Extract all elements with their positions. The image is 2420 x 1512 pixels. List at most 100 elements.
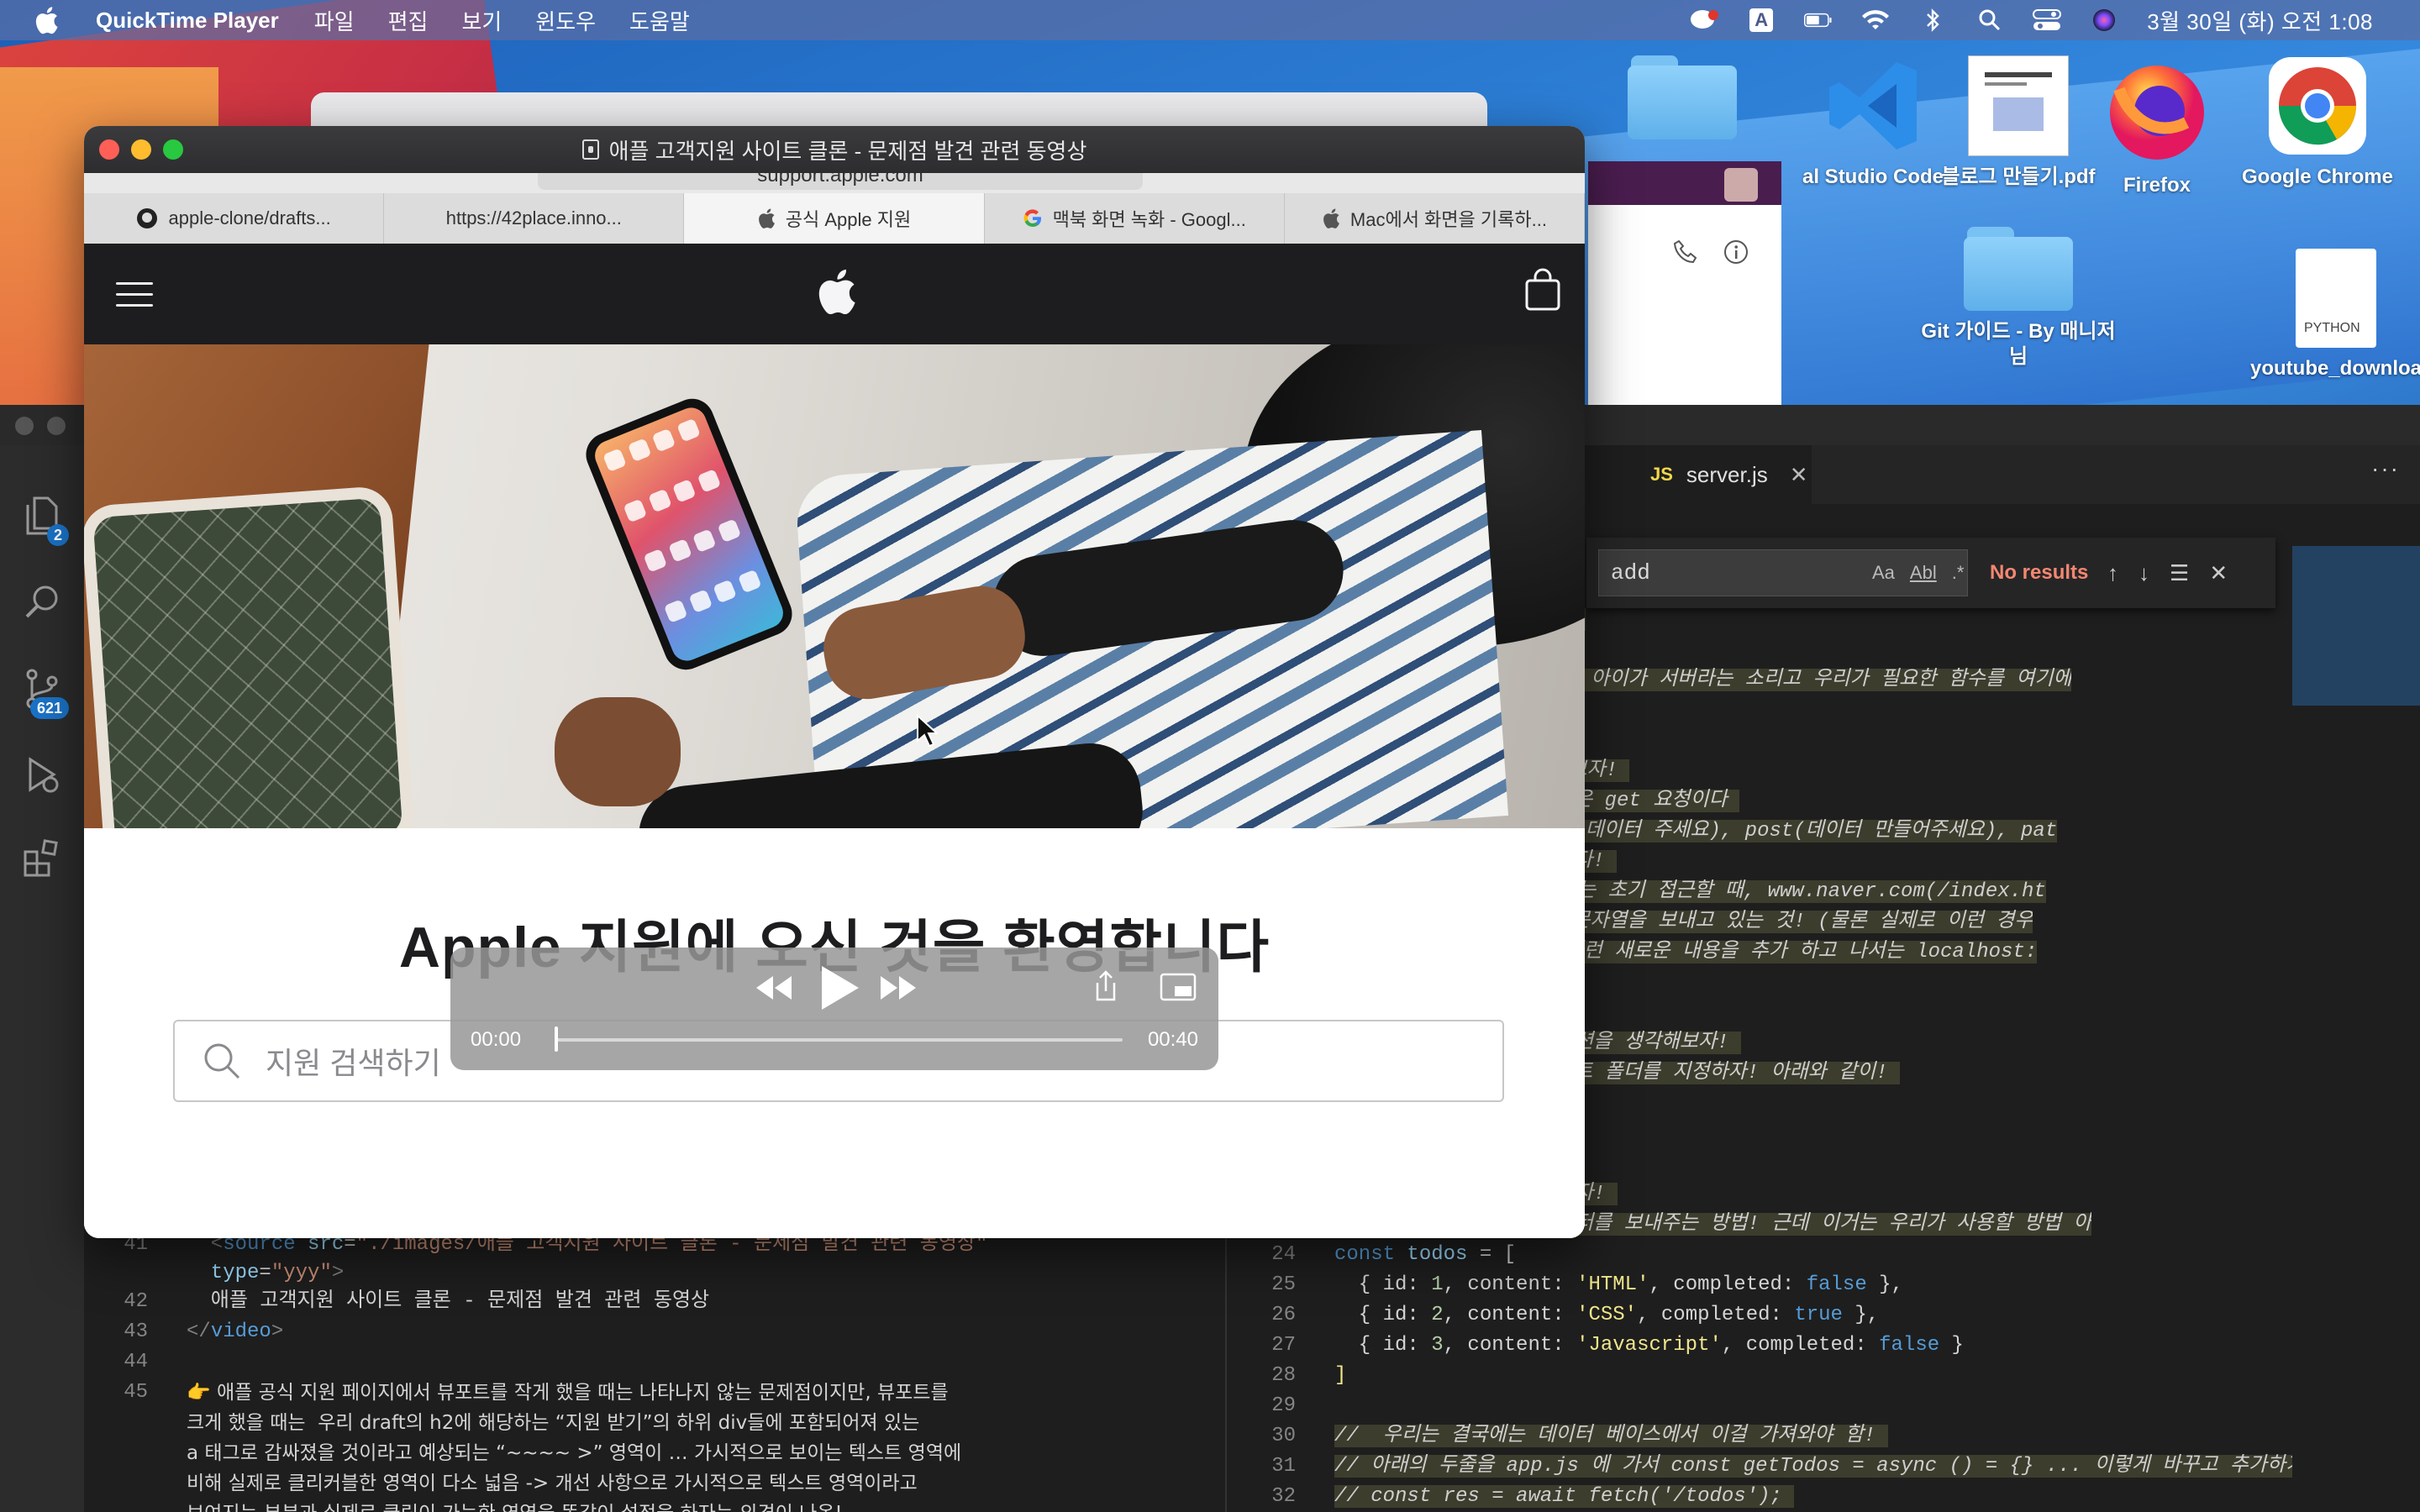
line-number: 26 — [1271, 1304, 1296, 1326]
github-icon — [137, 208, 158, 228]
recorded-browser-tabs: apple-clone/drafts... https://42place.in… — [84, 193, 1585, 244]
spotlight-icon[interactable] — [1975, 8, 2004, 33]
fast-forward-button[interactable] — [877, 973, 919, 1003]
menu-file[interactable]: 파일 — [314, 5, 355, 36]
find-in-selection-icon[interactable]: ☰ — [2170, 560, 2189, 586]
code-line[interactable]: 보여지는 부분과 실제로 클릭이 가능한 영역을 똑같이 설정을 하자는 의견이… — [187, 1499, 843, 1512]
notification-icon[interactable] — [1690, 8, 1719, 33]
video-frame[interactable]: support.apple.com apple-clone/drafts... … — [84, 173, 1585, 1238]
duration: 00:40 — [1147, 1028, 1198, 1051]
code-line[interactable]: 비해 실제로 클리커블한 영역이 다소 넓음 -> 개선 사항으로 가시적으로 … — [187, 1468, 918, 1499]
timeline-scrubber[interactable] — [555, 1038, 1123, 1042]
search-icon — [204, 1043, 240, 1079]
use-regex-toggle[interactable]: .* — [1952, 562, 1965, 584]
line-number: 27 — [1271, 1334, 1296, 1357]
desktop-icon-chrome[interactable]: Google Chrome — [2221, 55, 2414, 190]
code-line[interactable]: type="yyy"> — [187, 1258, 344, 1289]
menu-view[interactable]: 보기 — [461, 5, 502, 36]
previous-match-icon[interactable]: ↑ — [2107, 560, 2118, 586]
code-line[interactable]: </video> — [187, 1317, 283, 1347]
code-line[interactable]: { id: 2, content: 'CSS', completed: true… — [1334, 1300, 1879, 1331]
python-file-icon: PYTHON — [2296, 249, 2376, 348]
input-source-icon[interactable]: A — [1747, 8, 1776, 33]
code-line[interactable]: const todos = [ — [1334, 1240, 1516, 1270]
window-minimize-button[interactable] — [47, 417, 66, 435]
battery-icon[interactable] — [1804, 8, 1833, 33]
next-match-icon[interactable]: ↓ — [2139, 560, 2149, 586]
line-number: 44 — [124, 1351, 148, 1373]
source-control-badge: 621 — [29, 697, 69, 719]
code-line[interactable]: { id: 1, content: 'HTML', completed: fal… — [1334, 1270, 1903, 1300]
apple-menu-icon[interactable] — [34, 6, 67, 34]
search-icon[interactable] — [18, 578, 66, 625]
explorer-icon[interactable]: 2 — [18, 492, 69, 546]
menu-edit[interactable]: 편집 — [388, 5, 429, 36]
code-line[interactable]: 애플 고객지원 사이트 클론 - 문제점 발견 관련 동영상 — [187, 1287, 709, 1317]
tab-server-js[interactable]: JS server.js ✕ — [1628, 445, 1812, 504]
active-app-name[interactable]: QuickTime Player — [96, 8, 279, 34]
desktop-icon-label: Google Chrome — [2241, 165, 2393, 188]
folder-icon — [1964, 227, 2073, 311]
google-icon — [1023, 209, 1041, 228]
picture-in-picture-button[interactable] — [1160, 973, 1197, 1003]
messenger-window[interactable] — [1588, 161, 1781, 405]
vscode-app-icon — [1829, 62, 1917, 150]
match-whole-word-toggle[interactable]: Abl — [1910, 562, 1937, 584]
phone-icon[interactable] — [1672, 239, 1699, 265]
search-placeholder: 지원 검색하기 — [266, 1046, 441, 1080]
apple-icon — [758, 208, 775, 228]
close-icon[interactable]: ✕ — [1790, 462, 1808, 488]
line-number: 45 — [124, 1381, 148, 1404]
minimap[interactable] — [2292, 546, 2420, 706]
code-line[interactable]: ] — [1334, 1361, 1346, 1391]
window-title: 애플 고객지원 사이트 클론 - 문제점 발견 관련 동영상 — [608, 138, 1087, 164]
recorded-tab: apple-clone/drafts... — [84, 193, 385, 244]
desktop-icon-python-file[interactable]: PYTHON youtube_downloa — [2239, 249, 2420, 381]
code-line[interactable]: a 태그로 감싸졌을 것이라고 예상되는 “~~~~ >” 영역이 … 가시적으… — [187, 1438, 961, 1468]
source-control-icon[interactable]: 621 — [18, 665, 69, 719]
window-close-button[interactable] — [15, 417, 34, 435]
rewind-button[interactable] — [753, 973, 795, 1003]
wifi-icon[interactable] — [1861, 8, 1890, 33]
menu-help[interactable]: 도움말 — [629, 5, 690, 36]
playhead[interactable] — [555, 1026, 558, 1052]
code-line[interactable]: // const res = await fetch('/todos'); — [1334, 1482, 1795, 1512]
menu-window[interactable]: 윈도우 — [535, 5, 596, 36]
menu-bar-clock[interactable]: 3월 30일 (화) 오전 1:08 — [2147, 5, 2373, 36]
tab-label: server.js — [1686, 461, 1768, 487]
line-number: 32 — [1271, 1485, 1296, 1508]
editor-tab-bar: JS server.js ✕ — [1628, 445, 2420, 504]
code-line[interactable]: // 아래의 두줄을 app.js 에 가서 const getTodos = … — [1334, 1452, 2292, 1482]
info-icon[interactable] — [1723, 239, 1749, 265]
line-number: 28 — [1271, 1364, 1296, 1387]
desktop-folder-git-guide[interactable]: Git 가이드 - By 매니저님 — [1921, 227, 2116, 370]
control-center-icon[interactable] — [2033, 8, 2062, 33]
match-case-toggle[interactable]: Aa — [1872, 562, 1895, 584]
code-line[interactable]: 크게 했을 때는 우리 draft의 h2에 해당하는 “지원 받기”의 하위 … — [187, 1408, 919, 1438]
close-find-icon[interactable]: ✕ — [2209, 560, 2228, 586]
line-number: 42 — [124, 1290, 148, 1313]
line-number: 31 — [1271, 1455, 1296, 1478]
quicktime-titlebar[interactable]: 애플 고객지원 사이트 클론 - 문제점 발견 관련 동영상 — [84, 126, 1585, 173]
desktop-icon-label: Firefox — [2123, 174, 2191, 197]
desktop-icon-label: Git 가이드 - By 매니저님 — [1921, 320, 2116, 368]
share-button[interactable] — [1092, 969, 1119, 1003]
bluetooth-icon[interactable] — [1918, 8, 1947, 33]
play-button[interactable] — [815, 963, 862, 1013]
desktop-folder[interactable] — [1586, 55, 1779, 139]
code-line[interactable]: // 우리는 결국에는 데이터 베이스에서 이걸 가져와야 함! — [1334, 1421, 1888, 1452]
hero-image — [84, 344, 1585, 828]
avatar[interactable] — [1724, 168, 1758, 202]
folder-icon — [1628, 55, 1737, 139]
extensions-icon[interactable] — [18, 833, 66, 880]
more-actions-icon[interactable]: ··· — [2371, 455, 2400, 482]
run-debug-icon[interactable] — [18, 751, 66, 798]
code-line[interactable]: { id: 3, content: 'Javascript', complete… — [1334, 1331, 1964, 1361]
pdf-thumbnail-icon — [1968, 55, 2069, 156]
siri-icon[interactable] — [2090, 8, 2118, 33]
hamburger-menu-icon — [116, 282, 153, 307]
code-line[interactable]: 👉 애플 공식 지원 페이지에서 뷰포트를 작게 했을 때는 나타나지 않는 문… — [187, 1378, 949, 1408]
line-number: 43 — [124, 1320, 148, 1343]
menu-bar: QuickTime Player 파일 편집 보기 윈도우 도움말 A 3월 3… — [0, 0, 2420, 40]
iphone-image — [579, 391, 799, 677]
